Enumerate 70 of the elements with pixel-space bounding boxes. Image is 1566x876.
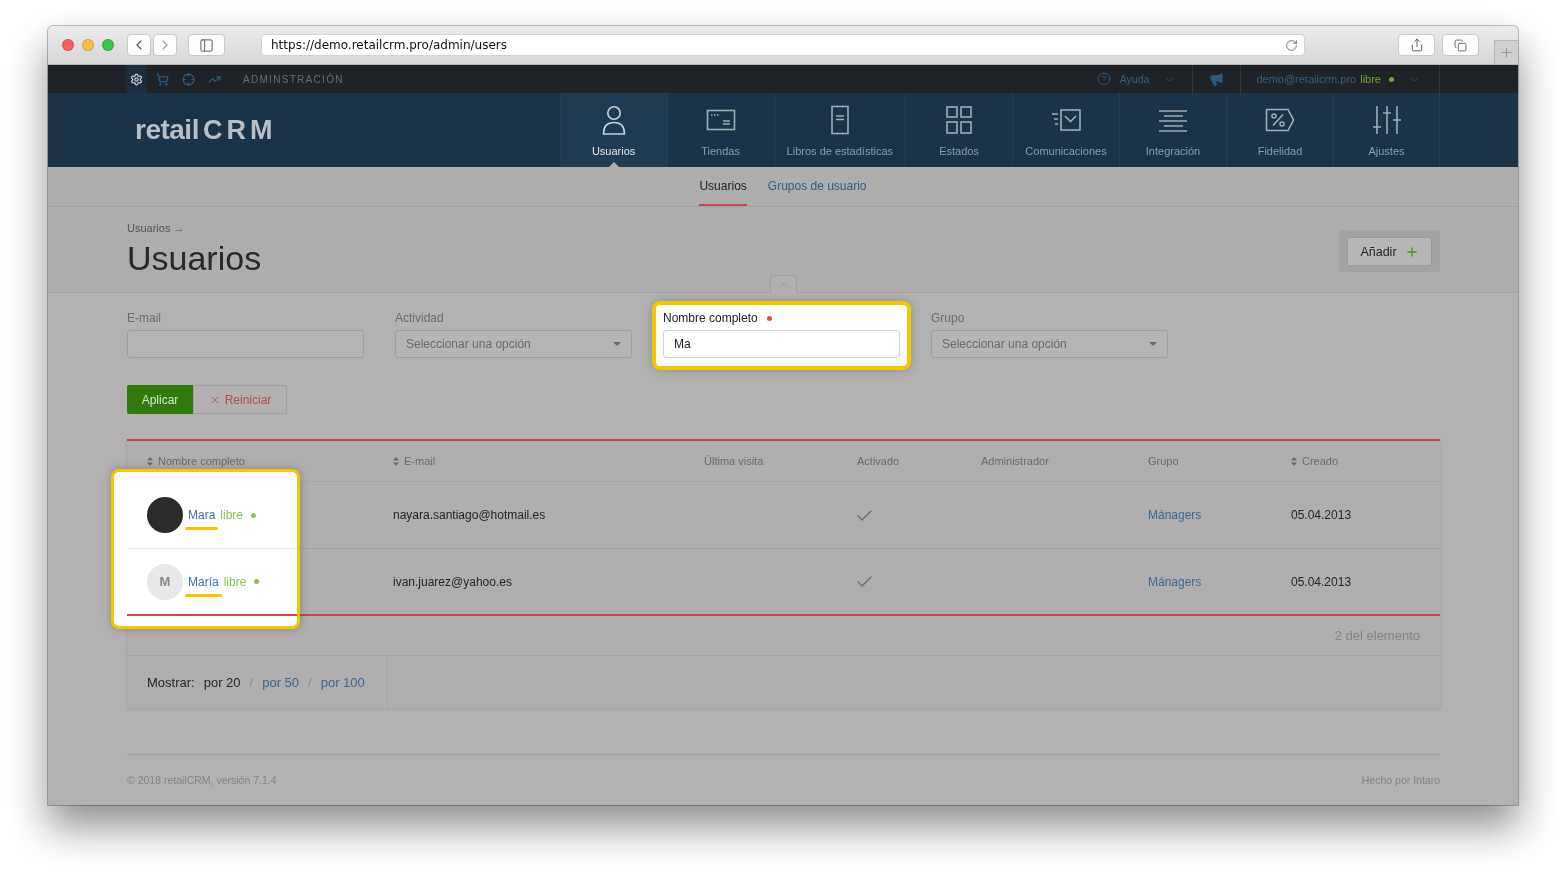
sidebar-button[interactable] bbox=[188, 34, 225, 56]
field-label: Grupo bbox=[931, 311, 965, 325]
email-cell: nayara.santiago@hotmail.es bbox=[393, 508, 546, 522]
caret-down-icon bbox=[613, 342, 621, 346]
forward-button[interactable] bbox=[153, 34, 177, 56]
group-link[interactable]: Mánagers bbox=[1148, 574, 1202, 589]
megaphone-icon[interactable] bbox=[1209, 71, 1225, 87]
reset-button[interactable]: Reiniciar bbox=[193, 385, 287, 414]
tabs-button[interactable] bbox=[1442, 34, 1479, 56]
group-link[interactable]: Mánagers bbox=[1148, 508, 1202, 522]
plus-icon bbox=[1404, 244, 1419, 259]
cart-icon bbox=[156, 72, 169, 86]
add-button[interactable]: Añadir bbox=[1347, 237, 1432, 266]
select-field[interactable]: Seleccionar una opción bbox=[931, 330, 1168, 358]
field-label: Actividad bbox=[395, 311, 444, 325]
crosshair-icon bbox=[182, 72, 195, 86]
column-header: Activado bbox=[857, 455, 900, 467]
column-header: Grupo bbox=[1148, 455, 1179, 467]
help-link[interactable]: Ayuda bbox=[1119, 73, 1150, 85]
column-header: Administrador bbox=[981, 455, 1049, 467]
sidebar-icon bbox=[199, 37, 214, 53]
plus-icon bbox=[1499, 45, 1514, 60]
column-header[interactable]: E-mail bbox=[393, 455, 436, 467]
caret-down-icon bbox=[1149, 342, 1157, 346]
apply-button[interactable]: Aplicar bbox=[127, 385, 193, 414]
sliders-icon bbox=[1371, 105, 1402, 135]
page-size-option[interactable]: por 100 bbox=[320, 674, 365, 690]
logo-text: retail bbox=[135, 114, 199, 146]
column-header[interactable]: Nombre completo bbox=[147, 455, 245, 467]
new-tab-button[interactable] bbox=[1494, 40, 1518, 64]
pager-separator: / bbox=[249, 674, 254, 690]
field-label: E-mail bbox=[127, 311, 161, 325]
close-button[interactable] bbox=[62, 39, 74, 51]
input-field[interactable]: Ma bbox=[663, 330, 900, 358]
avatar-photo-placeholder bbox=[147, 497, 183, 533]
user-name-link[interactable]: María bbox=[188, 574, 219, 589]
help-icon bbox=[1096, 72, 1111, 86]
page-size-option[interactable]: por 20 bbox=[203, 674, 241, 690]
reload-icon[interactable] bbox=[1285, 38, 1298, 52]
pager-label: Mostrar: bbox=[147, 674, 195, 690]
date-cell: 05.04.2013 bbox=[1291, 508, 1352, 522]
select-field[interactable]: Seleccionar una opción bbox=[395, 330, 632, 358]
grid-icon bbox=[944, 105, 974, 135]
field-label: Nombre completo bbox=[663, 311, 758, 325]
gear-button[interactable] bbox=[126, 65, 147, 93]
minimize-button[interactable] bbox=[82, 39, 94, 51]
page-size-option[interactable]: por 50 bbox=[262, 674, 300, 690]
user-status: libre bbox=[1360, 73, 1381, 85]
user-name-link[interactable]: Mara bbox=[188, 508, 216, 522]
zoom-button[interactable] bbox=[102, 39, 114, 51]
share-button[interactable] bbox=[1398, 34, 1435, 56]
address-field[interactable]: https://demo.retailcrm.pro/admin/users bbox=[261, 34, 1305, 56]
back-button[interactable] bbox=[127, 34, 151, 56]
tab[interactable]: Grupos de usuario bbox=[767, 167, 867, 206]
user-status: libre bbox=[220, 508, 244, 522]
logo-mark: CRM bbox=[202, 114, 277, 146]
section-label: ADMINSTRACIÓN bbox=[243, 73, 344, 85]
tabs-icon bbox=[1454, 38, 1467, 52]
avatar-initial: M bbox=[147, 563, 183, 600]
user-status: libre bbox=[223, 574, 247, 589]
page-title: Usuarios bbox=[127, 238, 262, 278]
column-header[interactable]: Creado bbox=[1291, 455, 1339, 467]
nav-item[interactable]: Usuarios bbox=[559, 93, 667, 167]
column-header: Última visita bbox=[704, 455, 764, 467]
email-cell: ivan.juarez@yahoo.es bbox=[393, 574, 512, 589]
date-cell: 05.04.2013 bbox=[1291, 574, 1352, 589]
gear-icon bbox=[130, 72, 143, 86]
share-icon bbox=[1409, 38, 1424, 52]
breadcrumb[interactable]: Usuarios → bbox=[127, 221, 185, 235]
pager-separator: / bbox=[308, 674, 312, 690]
